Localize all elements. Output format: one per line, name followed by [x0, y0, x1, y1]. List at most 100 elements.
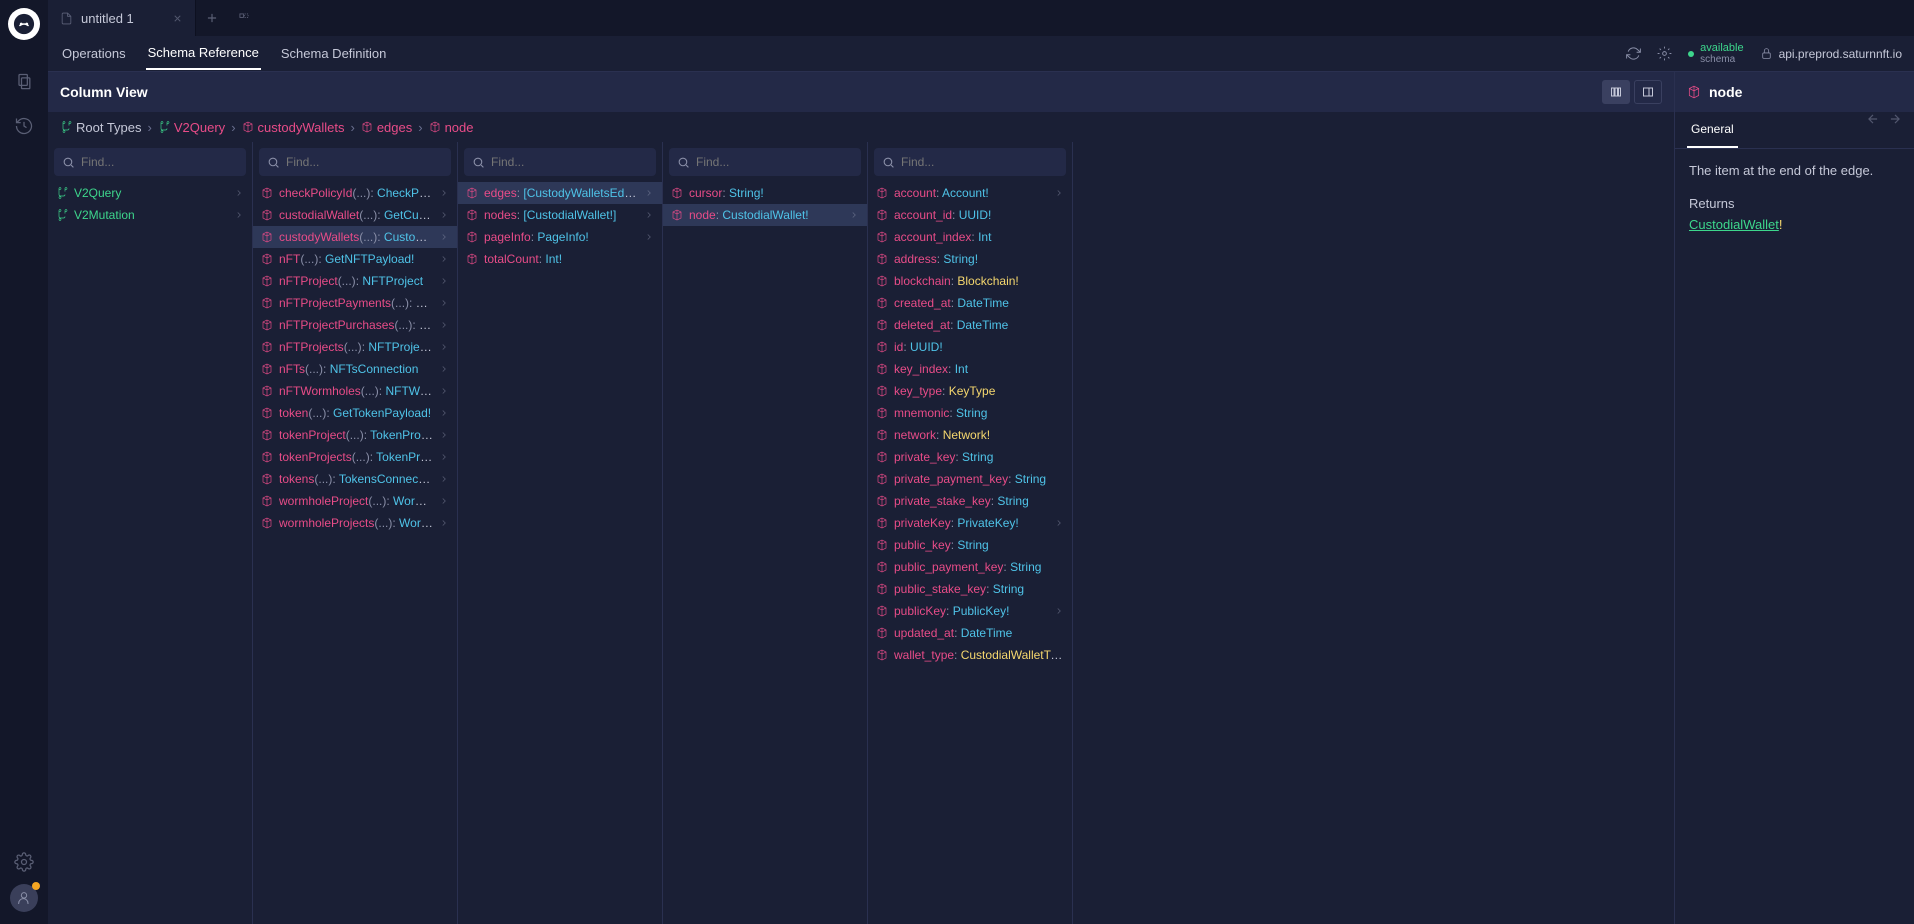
schema-item[interactable]: key_index: Int: [868, 358, 1072, 380]
column-search[interactable]: [259, 148, 451, 176]
schema-item[interactable]: private_payment_key: String: [868, 468, 1072, 490]
search-input[interactable]: [901, 155, 1058, 169]
schema-item[interactable]: mnemonic: String: [868, 402, 1072, 424]
cube-icon: [261, 517, 273, 529]
schema-item[interactable]: nFTProject(...): NFTProject: [253, 270, 457, 292]
detail-tabs: General: [1675, 112, 1914, 149]
column-view-button[interactable]: [1602, 80, 1630, 104]
schema-item[interactable]: token(...): GetTokenPayload!: [253, 402, 457, 424]
status-schema: schema: [1700, 54, 1743, 65]
column-search[interactable]: [464, 148, 656, 176]
schema-item[interactable]: nFTProjectPurchases(...): GetNFT...: [253, 314, 457, 336]
detail-returns-type[interactable]: CustodialWallet: [1689, 217, 1779, 232]
schema-item[interactable]: nFTProjectPayments(...): GetNFT...: [253, 292, 457, 314]
schema-item[interactable]: wallet_type: CustodialWalletType!: [868, 644, 1072, 666]
schema-item[interactable]: address: String!: [868, 248, 1072, 270]
schema-item[interactable]: node: CustodialWallet!: [663, 204, 867, 226]
schema-item[interactable]: account_index: Int: [868, 226, 1072, 248]
breadcrumb-item[interactable]: edges: [361, 120, 412, 135]
schema-item[interactable]: public_payment_key: String: [868, 556, 1072, 578]
column-search[interactable]: [54, 148, 246, 176]
left-sidebar: [0, 0, 48, 924]
chevron-right-icon: [439, 474, 449, 484]
panel-view-button[interactable]: [1634, 80, 1662, 104]
schema-item[interactable]: account_id: UUID!: [868, 204, 1072, 226]
tab-untitled[interactable]: untitled 1: [48, 0, 196, 36]
column-search[interactable]: [669, 148, 861, 176]
files-icon[interactable]: [12, 70, 36, 94]
history-icon[interactable]: [12, 114, 36, 138]
endpoint-display[interactable]: api.preprod.saturnnft.io: [1760, 47, 1902, 61]
search-input[interactable]: [696, 155, 853, 169]
schema-item[interactable]: id: UUID!: [868, 336, 1072, 358]
chevron-right-icon: [439, 496, 449, 506]
cube-icon: [466, 253, 478, 265]
breadcrumb-item[interactable]: custodyWallets: [242, 120, 345, 135]
chevron-right-icon: [439, 364, 449, 374]
schema-item[interactable]: totalCount: Int!: [458, 248, 662, 270]
schema-item[interactable]: checkPolicyId(...): CheckPolicyIdP...: [253, 182, 457, 204]
schema-item[interactable]: tokens(...): TokensConnection: [253, 468, 457, 490]
close-icon[interactable]: [172, 13, 183, 24]
nav-back-icon[interactable]: [1866, 112, 1880, 148]
schema-item[interactable]: nFT(...): GetNFTPayload!: [253, 248, 457, 270]
schema-item[interactable]: tokenProject(...): TokenProject: [253, 424, 457, 446]
app-logo[interactable]: [8, 8, 40, 40]
schema-item[interactable]: private_stake_key: String: [868, 490, 1072, 512]
detail-returns-label: Returns: [1689, 196, 1900, 211]
schema-item[interactable]: nFTWormholes(...): NFTWormhol...: [253, 380, 457, 402]
cube-icon: [876, 253, 888, 265]
schema-item[interactable]: private_key: String: [868, 446, 1072, 468]
schema-item[interactable]: V2Mutation: [48, 204, 252, 226]
search-input[interactable]: [81, 155, 238, 169]
breadcrumb-separator: ›: [148, 120, 152, 135]
search-input[interactable]: [286, 155, 443, 169]
schema-item[interactable]: wormholeProjects(...): Wormhole...: [253, 512, 457, 534]
cube-icon: [261, 451, 273, 463]
column-search[interactable]: [874, 148, 1066, 176]
schema-item[interactable]: public_key: String: [868, 534, 1072, 556]
settings-gear-icon[interactable]: [12, 850, 36, 874]
schema-item[interactable]: nFTProjects(...): NFTProjectsCon...: [253, 336, 457, 358]
schema-item[interactable]: account: Account!: [868, 182, 1072, 204]
schema-item[interactable]: key_type: KeyType: [868, 380, 1072, 402]
schema-item[interactable]: edges: [CustodyWalletsEdge!]: [458, 182, 662, 204]
schema-item[interactable]: network: Network!: [868, 424, 1072, 446]
cube-icon: [242, 121, 254, 133]
breadcrumb-item[interactable]: Root Types: [60, 120, 142, 135]
detail-tab-general[interactable]: General: [1687, 112, 1738, 148]
schema-item[interactable]: deleted_at: DateTime: [868, 314, 1072, 336]
schema-item[interactable]: cursor: String!: [663, 182, 867, 204]
schema-item[interactable]: custodialWallet(...): GetCustodial...: [253, 204, 457, 226]
chevron-right-icon: [1054, 606, 1064, 616]
gear-icon[interactable]: [1657, 46, 1672, 61]
schema-item[interactable]: public_stake_key: String: [868, 578, 1072, 600]
schema-item[interactable]: publicKey: PublicKey!: [868, 600, 1072, 622]
cube-icon: [876, 627, 888, 639]
schema-item[interactable]: custodyWallets(...): CustodyWall...: [253, 226, 457, 248]
schema-item[interactable]: V2Query: [48, 182, 252, 204]
schema-item[interactable]: nFTs(...): NFTsConnection: [253, 358, 457, 380]
schema-item[interactable]: blockchain: Blockchain!: [868, 270, 1072, 292]
detail-panel: node General The item at the end of the …: [1674, 72, 1914, 924]
cube-icon: [876, 385, 888, 397]
menu-schema-reference[interactable]: Schema Reference: [146, 37, 261, 70]
tab-menu-icon[interactable]: [228, 0, 260, 36]
menu-schema-definition[interactable]: Schema Definition: [279, 38, 389, 69]
schema-item[interactable]: created_at: DateTime: [868, 292, 1072, 314]
user-avatar[interactable]: [10, 884, 38, 912]
schema-item[interactable]: updated_at: DateTime: [868, 622, 1072, 644]
menu-operations[interactable]: Operations: [60, 38, 128, 69]
schema-item[interactable]: nodes: [CustodialWallet!]: [458, 204, 662, 226]
breadcrumb-item[interactable]: V2Query: [158, 120, 225, 135]
chevron-right-icon: [439, 386, 449, 396]
schema-item[interactable]: pageInfo: PageInfo!: [458, 226, 662, 248]
schema-item[interactable]: tokenProjects(...): TokenProjects...: [253, 446, 457, 468]
breadcrumb-item[interactable]: node: [429, 120, 474, 135]
refresh-icon[interactable]: [1626, 46, 1641, 61]
add-tab-button[interactable]: [196, 0, 228, 36]
search-input[interactable]: [491, 155, 648, 169]
nav-forward-icon[interactable]: [1888, 112, 1902, 148]
schema-item[interactable]: wormholeProject(...): Wormhole...: [253, 490, 457, 512]
schema-item[interactable]: privateKey: PrivateKey!: [868, 512, 1072, 534]
